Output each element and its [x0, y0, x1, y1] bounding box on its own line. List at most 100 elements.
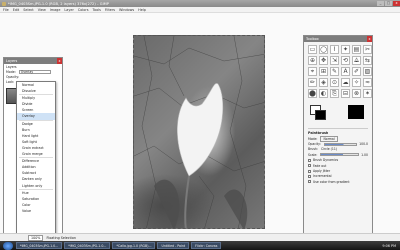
dodge-burn-tool-icon[interactable]: ◐ [319, 89, 328, 98]
checkbox-label: Brush Dynamics [313, 158, 339, 163]
checkbox-icon[interactable] [308, 164, 311, 168]
menu-windows[interactable]: Windows [119, 8, 134, 12]
close-icon[interactable]: x [367, 36, 372, 42]
tool-options-panel: Paintbrush Mode: Normal Opacity: 100.0 B… [308, 128, 368, 185]
minimize-button[interactable]: _ [377, 1, 384, 6]
color-picker-tool-icon[interactable]: ✶ [363, 89, 372, 98]
image-canvas[interactable] [133, 35, 265, 229]
toolbox-dialog: Toolbox x ▭ ◯ ⌇ ✦ ▤ ✂ ⊕ ✥ ⇲ ⟲ ⟁ ⇆ ⌖ ⊞ ✎ … [303, 35, 373, 239]
menu-tools[interactable]: Tools [93, 8, 101, 12]
ink-tool-icon[interactable]: ⬤ [308, 89, 317, 98]
ellipse-select-tool-icon[interactable]: ◯ [319, 45, 328, 54]
menu-edit[interactable]: Edit [13, 8, 20, 12]
paint-mode-select[interactable]: Normal [320, 135, 338, 142]
eraser-tool-icon[interactable]: ⊟ [341, 89, 350, 98]
tool-options-title: Paintbrush [308, 131, 329, 135]
mode-dropdown-menu: Normal Dissolve Multiply Divide Screen O… [16, 81, 56, 244]
taskbar-item[interactable]: *IMG_0403Sm.JPG-1.0... [64, 242, 111, 249]
menu-layer[interactable]: Layer [64, 8, 73, 12]
window-controls: _ □ x [376, 1, 400, 6]
smudge-tool-icon[interactable]: ≈ [363, 78, 372, 87]
perspective-clone-tool-icon[interactable]: ⎘ [330, 89, 339, 98]
checkbox-icon[interactable] [308, 180, 311, 184]
blend-tool-icon[interactable]: ◈ [319, 78, 328, 87]
menu-select[interactable]: Select [23, 8, 33, 12]
text-tool-icon[interactable]: A [341, 67, 350, 76]
opacity-label: Opacity: [6, 74, 20, 79]
menu-colors[interactable]: Colors [78, 8, 89, 12]
toolbox-title-text: Toolbox [306, 37, 319, 41]
taskbar-item[interactable]: *IMG_0403Sm.JPG-1.0... [16, 242, 63, 249]
menu-filters[interactable]: Filters [105, 8, 115, 12]
airbrush-tool-icon[interactable]: ☁ [341, 78, 350, 87]
crop-tool-icon[interactable]: ⊞ [319, 67, 328, 76]
scissors-tool-icon[interactable]: ✂ [363, 45, 372, 54]
checkbox-label: Apply Jitter [313, 169, 331, 174]
start-button-icon[interactable] [3, 241, 13, 250]
zoom-select[interactable]: 100% [28, 234, 44, 241]
clock[interactable]: 9:06 PM [382, 244, 396, 248]
checkbox-icon[interactable] [308, 169, 311, 173]
clone-tool-icon[interactable]: ⊙ [330, 78, 339, 87]
fuzzy-select-tool-icon[interactable]: ✦ [341, 45, 350, 54]
blur-tool-icon[interactable]: ⊗ [352, 89, 361, 98]
mode-option-value[interactable]: Value [17, 208, 55, 214]
menu-image[interactable]: Image [50, 8, 61, 12]
checkbox-label: Fade out [313, 163, 327, 168]
scale-slider[interactable] [320, 153, 360, 157]
scale-value[interactable]: 1.00 [361, 153, 368, 157]
paint-mode-label: Mode: [308, 136, 318, 141]
window-title: *IMG_0403Sm.JPG-1.0 (RGB, 2 layers) 376x… [8, 1, 109, 6]
scale-tool-icon[interactable]: ⇲ [330, 56, 339, 65]
rotate-tool-icon[interactable]: ⟲ [341, 56, 350, 65]
shear-tool-icon[interactable]: ⟁ [352, 56, 361, 65]
measure-tool-icon[interactable]: ⌖ [308, 67, 317, 76]
free-select-tool-icon[interactable]: ⌇ [330, 45, 339, 54]
active-brush-preview[interactable] [348, 105, 364, 119]
rect-select-tool-icon[interactable]: ▭ [308, 45, 317, 54]
brush-label: Brush: [308, 147, 318, 152]
foreground-select-tool-icon[interactable]: ⊕ [308, 56, 317, 65]
color-swatches [308, 103, 368, 125]
gimp-icon [2, 1, 6, 6]
layers-tab-label[interactable]: Layers [6, 65, 17, 69]
paths-tool-icon[interactable]: ✎ [330, 67, 339, 76]
taskbar: *IMG_0403Sm.JPG-1.0... *IMG_0403Sm.JPG-1… [0, 241, 400, 250]
move-tool-icon[interactable]: ✥ [319, 56, 328, 65]
taskbar-item[interactable]: Untitled - Paint [157, 242, 190, 249]
menu-help[interactable]: Help [138, 8, 146, 12]
close-button[interactable]: x [393, 1, 400, 6]
status-message: Floating Selection [46, 235, 76, 240]
opacity-value[interactable]: 100.0 [359, 142, 368, 146]
close-icon[interactable]: x [57, 58, 62, 64]
paint-opacity-label: Opacity: [308, 142, 321, 147]
mode-select[interactable]: Overlay [18, 69, 51, 74]
taskbar-item[interactable]: Flickr: Canvas [191, 242, 222, 249]
calla-lily-image [134, 36, 264, 228]
checkbox-icon[interactable] [308, 174, 311, 178]
checkbox-label: Use color from gradient [313, 179, 350, 184]
checkbox-icon[interactable] [308, 158, 311, 162]
paintbrush-tool-icon[interactable]: ✏ [308, 78, 317, 87]
brush-select[interactable]: Circle (11) [321, 147, 337, 151]
canvas-area[interactable]: Layers x Layers Mode: Overlay Opacity: L… [0, 13, 400, 245]
window-titlebar: *IMG_0403Sm.JPG-1.0 (RGB, 2 layers) 376x… [0, 0, 400, 7]
color-select-tool-icon[interactable]: ▤ [352, 45, 361, 54]
taskbar-item[interactable]: *Calla.jpg-1.0 (RGB)... [112, 242, 156, 249]
mode-label: Mode: [6, 69, 16, 74]
maximize-button[interactable]: □ [385, 1, 392, 6]
menu-view[interactable]: View [38, 8, 46, 12]
opacity-slider[interactable] [323, 142, 358, 146]
checkbox-label: Incremental [313, 174, 332, 179]
lock-label: Lock: [6, 79, 15, 84]
scale-label: Scale: [308, 152, 318, 157]
checkbox-use-gradient[interactable]: Use color from gradient [308, 179, 368, 184]
bucket-fill-tool-icon[interactable]: ▨ [363, 67, 372, 76]
flip-tool-icon[interactable]: ⇆ [363, 56, 372, 65]
menu-file[interactable]: File [3, 8, 9, 12]
pencil-tool-icon[interactable]: ✐ [352, 67, 361, 76]
layers-dialog-title-text: Layers [6, 59, 18, 63]
heal-tool-icon[interactable]: ✧ [352, 78, 361, 87]
status-bar: 100% Floating Selection [0, 233, 400, 241]
background-color-swatch[interactable] [315, 110, 326, 120]
